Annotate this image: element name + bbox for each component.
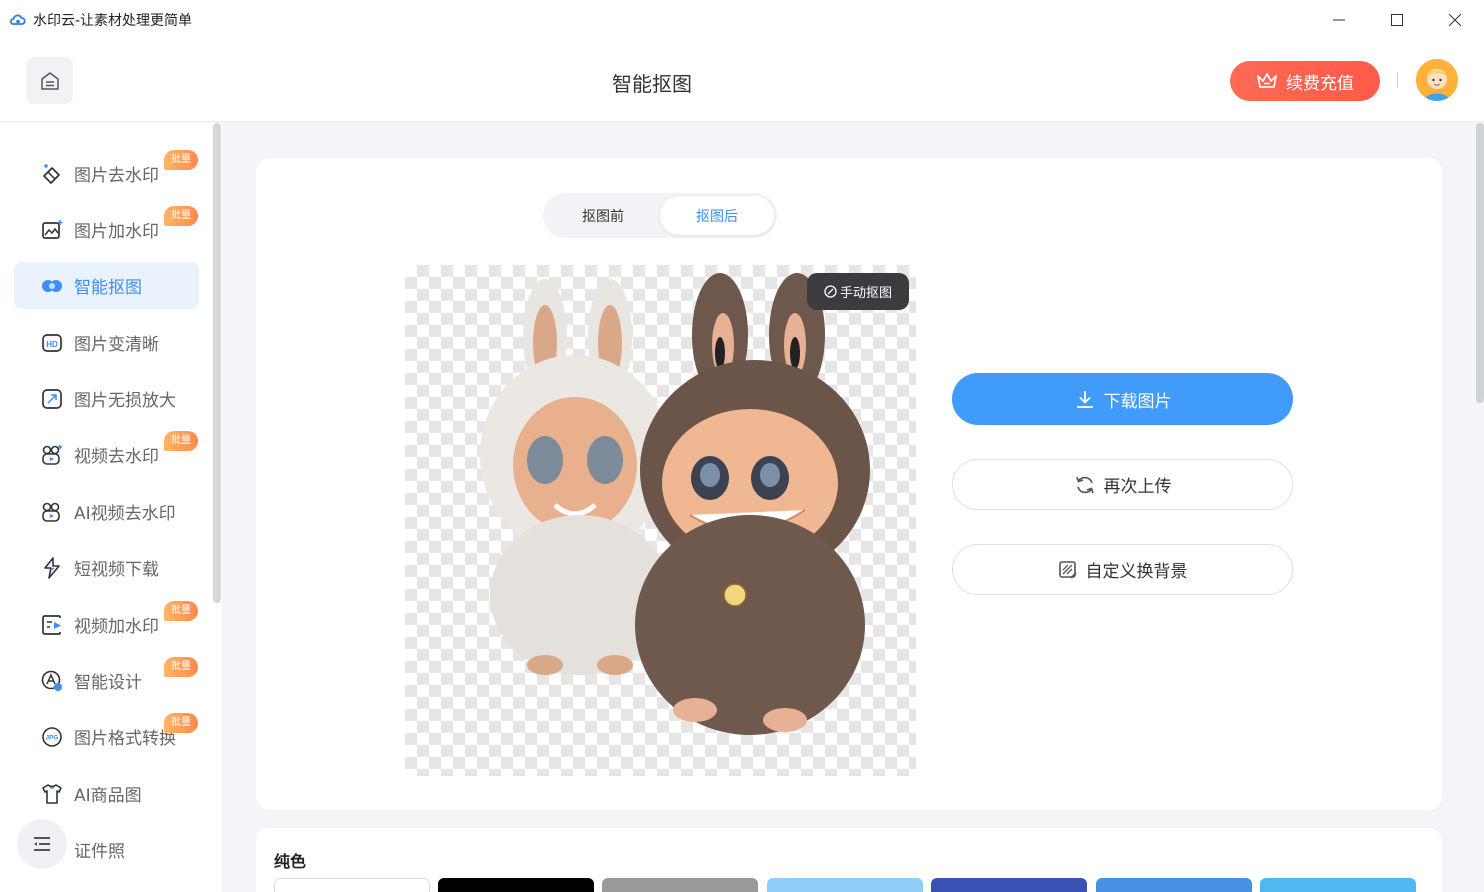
sidebar-item-add-image-watermark[interactable]: 图片加水印 批量 bbox=[14, 206, 199, 253]
sidebar-item-remove-video-watermark[interactable]: 视频去水印 批量 bbox=[14, 431, 199, 478]
sidebar-item-short-video-download[interactable]: 短视频下载 bbox=[14, 544, 199, 591]
manual-cutout-button[interactable]: 手动抠图 bbox=[807, 273, 909, 310]
sidebar: 图片去水印 批量 图片加水印 批量 智能抠图 HD 图片变清晰 图片无损放大 视… bbox=[0, 123, 222, 892]
sidebar-item-image-sharpen[interactable]: HD 图片变清晰 bbox=[14, 319, 199, 366]
solid-color-title: 纯色 bbox=[274, 852, 307, 871]
window-controls bbox=[1310, 0, 1484, 40]
user-avatar-icon bbox=[1416, 59, 1458, 101]
sidebar-item-label: 视频去水印 bbox=[74, 447, 159, 467]
sidebar-item-label: 图片无损放大 bbox=[74, 391, 176, 411]
batch-badge: 批量 bbox=[164, 431, 198, 451]
color-swatch-blue[interactable] bbox=[1096, 878, 1252, 892]
video-eraser-icon bbox=[40, 443, 64, 467]
sidebar-item-label: AI商品图 bbox=[74, 786, 142, 806]
tab-before-cutout[interactable]: 抠图前 bbox=[546, 196, 660, 235]
manual-edit-icon bbox=[824, 285, 837, 298]
sidebar-item-remove-image-watermark[interactable]: 图片去水印 批量 bbox=[14, 150, 199, 197]
sidebar-item-smart-cutout[interactable]: 智能抠图 bbox=[14, 262, 199, 309]
page-title: 智能抠图 bbox=[612, 72, 692, 96]
header-divider bbox=[1397, 72, 1398, 88]
vip-renew-label: 续费充值 bbox=[1286, 73, 1354, 94]
download-image-button[interactable]: 下载图片 bbox=[952, 373, 1293, 425]
minimize-button[interactable] bbox=[1310, 0, 1368, 40]
close-button[interactable] bbox=[1426, 0, 1484, 40]
vip-renew-button[interactable]: 续费充值 bbox=[1230, 61, 1380, 101]
batch-badge: 批量 bbox=[164, 601, 198, 621]
tshirt-icon bbox=[40, 782, 64, 806]
batch-badge: 批量 bbox=[164, 150, 198, 170]
app-logo-icon bbox=[9, 14, 26, 25]
plush-toys-image bbox=[480, 273, 870, 735]
color-swatch-sky-blue[interactable] bbox=[1260, 878, 1416, 892]
sidebar-item-label: AI视频去水印 bbox=[74, 504, 176, 524]
menu-collapse-icon bbox=[34, 837, 50, 851]
window-titlebar: 水印云-让素材处理更简单 bbox=[0, 0, 1484, 40]
background-edit-icon bbox=[1058, 560, 1077, 579]
sidebar-item-image-format-convert[interactable]: JPG 图片格式转换 批量 bbox=[14, 713, 199, 760]
batch-badge: 批量 bbox=[164, 206, 198, 226]
download-image-label: 下载图片 bbox=[1103, 391, 1172, 412]
main-scrollbar[interactable] bbox=[1476, 123, 1484, 403]
download-video-icon bbox=[40, 556, 64, 580]
sidebar-item-label: 智能设计 bbox=[74, 673, 142, 693]
sidebar-item-smart-design[interactable]: 智能设计 批量 bbox=[14, 657, 199, 704]
download-icon bbox=[1076, 391, 1093, 408]
sidebar-collapse-button[interactable] bbox=[17, 819, 67, 869]
avatar[interactable] bbox=[1416, 59, 1458, 101]
manual-cutout-label: 手动抠图 bbox=[839, 286, 892, 301]
design-icon bbox=[40, 669, 64, 693]
batch-badge: 批量 bbox=[164, 713, 198, 733]
color-swatch-light-blue[interactable] bbox=[767, 878, 923, 892]
app-header: 智能抠图 续费充值 bbox=[0, 40, 1484, 122]
color-swatch-black[interactable] bbox=[438, 878, 594, 892]
sidebar-item-lossless-enlarge[interactable]: 图片无损放大 bbox=[14, 375, 199, 422]
minimize-icon bbox=[1333, 19, 1345, 21]
jpg-icon: JPG bbox=[40, 725, 64, 749]
sidebar-item-label: 图片格式转换 bbox=[74, 729, 176, 749]
video-add-icon bbox=[40, 613, 64, 637]
reupload-label: 再次上传 bbox=[1103, 477, 1172, 497]
sidebar-item-ai-product-image[interactable]: AI商品图 bbox=[14, 770, 199, 817]
sidebar-item-label: 短视频下载 bbox=[74, 560, 159, 580]
batch-badge: 批量 bbox=[164, 657, 198, 677]
tab-after-cutout[interactable]: 抠图后 bbox=[660, 196, 774, 235]
sidebar-item-label: 证件照 bbox=[74, 842, 125, 862]
hd-icon: HD bbox=[40, 331, 64, 355]
maximize-icon bbox=[1391, 14, 1403, 26]
app-title: 水印云-让素材处理更简单 bbox=[33, 13, 193, 29]
sidebar-item-ai-remove-video-watermark[interactable]: AI视频去水印 bbox=[14, 488, 199, 535]
svg-text:HD: HD bbox=[46, 340, 58, 349]
close-icon bbox=[1449, 14, 1461, 26]
crown-icon bbox=[1257, 73, 1277, 88]
cutout-preview-image bbox=[405, 265, 916, 776]
color-swatch-navy[interactable] bbox=[931, 878, 1087, 892]
sidebar-item-label: 图片加水印 bbox=[74, 222, 159, 242]
refresh-icon bbox=[1075, 476, 1094, 493]
reupload-button[interactable]: 再次上传 bbox=[952, 459, 1293, 510]
svg-text:JPG: JPG bbox=[45, 734, 58, 741]
cutout-icon bbox=[40, 274, 64, 298]
before-after-toggle: 抠图前 抠图后 bbox=[543, 193, 777, 238]
enlarge-icon bbox=[40, 387, 64, 411]
sidebar-item-add-video-watermark[interactable]: 视频加水印 批量 bbox=[14, 601, 199, 648]
custom-background-button[interactable]: 自定义换背景 bbox=[952, 544, 1293, 595]
image-add-icon bbox=[40, 218, 64, 242]
custom-background-label: 自定义换背景 bbox=[1085, 562, 1188, 582]
maximize-button[interactable] bbox=[1368, 0, 1426, 40]
sidebar-item-label: 智能抠图 bbox=[74, 278, 142, 298]
sidebar-scrollbar[interactable] bbox=[213, 123, 221, 603]
sidebar-item-label: 图片变清晰 bbox=[74, 335, 159, 355]
ai-video-icon bbox=[40, 500, 64, 524]
color-swatch-gray[interactable] bbox=[602, 878, 758, 892]
color-swatch-white[interactable] bbox=[274, 878, 430, 892]
eraser-icon bbox=[40, 162, 64, 186]
sidebar-item-label: 图片去水印 bbox=[74, 166, 159, 186]
sidebar-item-label: 视频加水印 bbox=[74, 617, 159, 637]
